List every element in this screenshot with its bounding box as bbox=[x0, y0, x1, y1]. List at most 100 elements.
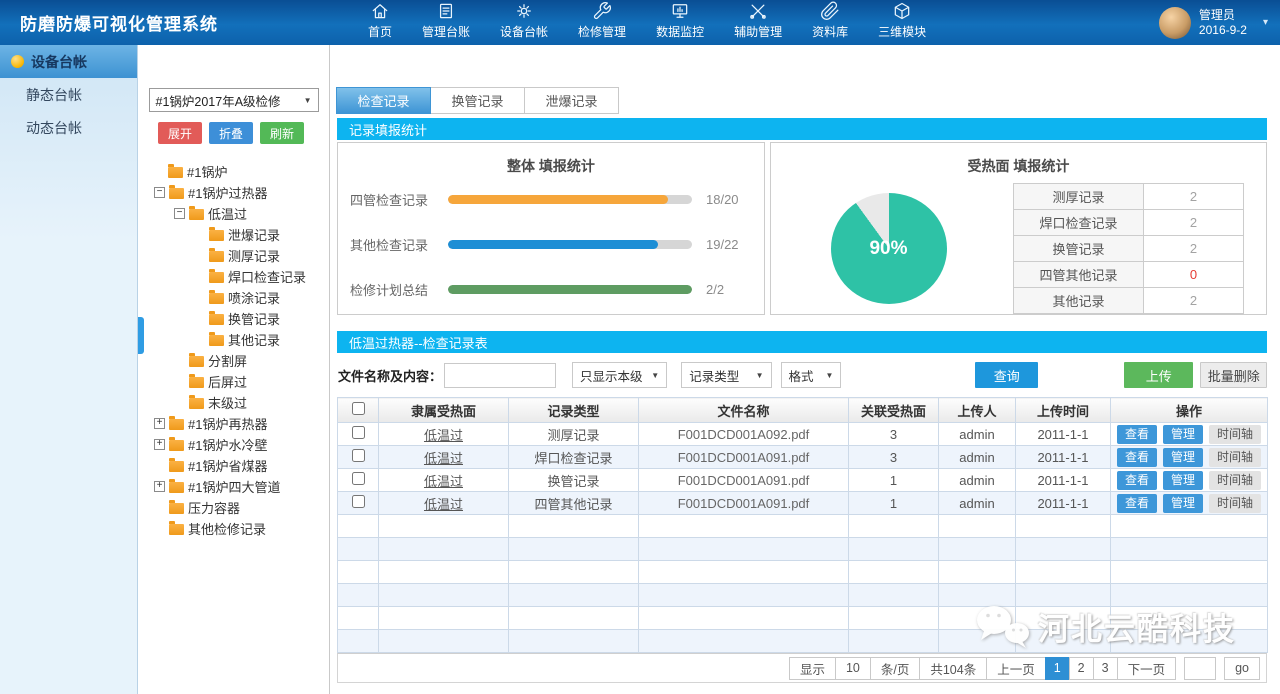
chevron-down-icon: ▼ bbox=[756, 371, 764, 380]
row-checkbox[interactable] bbox=[352, 472, 365, 485]
tree-node[interactable]: 末级过 bbox=[138, 392, 329, 413]
tree-node[interactable]: 其他检修记录 bbox=[138, 518, 329, 539]
scope-select[interactable]: 只显示本级 ▼ bbox=[572, 362, 667, 388]
nav-item[interactable]: 检修管理 bbox=[578, 1, 626, 44]
file-search-input[interactable] bbox=[444, 363, 556, 388]
batch-delete-button[interactable]: 批量删除 bbox=[1200, 362, 1267, 388]
timeline-button[interactable]: 时间轴 bbox=[1209, 425, 1261, 444]
tree-node[interactable]: #1锅炉 bbox=[138, 161, 329, 182]
bar-track bbox=[448, 195, 692, 204]
manage-button[interactable]: 管理 bbox=[1163, 494, 1203, 513]
upload-time-cell: 2011-1-1 bbox=[1016, 446, 1111, 469]
page-button[interactable]: 2 bbox=[1069, 657, 1094, 680]
manage-button[interactable]: 管理 bbox=[1163, 448, 1203, 467]
nav-item[interactable]: 数据监控 bbox=[656, 1, 704, 44]
bar-label: 检修计划总结 bbox=[350, 280, 448, 299]
tree-node[interactable]: + #1锅炉水冷壁 bbox=[138, 434, 329, 455]
tree-node[interactable]: − 低温过 bbox=[138, 203, 329, 224]
go-button[interactable]: go bbox=[1224, 657, 1260, 680]
manage-button[interactable]: 管理 bbox=[1163, 471, 1203, 490]
tree-node-label: #1锅炉水冷壁 bbox=[188, 435, 267, 454]
nav-item[interactable]: 设备台帐 bbox=[500, 1, 548, 44]
empty-cell bbox=[1016, 630, 1111, 653]
collapse-toggle-icon[interactable]: − bbox=[174, 208, 185, 219]
tree-node[interactable]: #1锅炉省煤器 bbox=[138, 455, 329, 476]
row-checkbox[interactable] bbox=[352, 426, 365, 439]
tree-node[interactable]: 焊口检查记录 bbox=[138, 266, 329, 287]
empty-cell bbox=[509, 630, 639, 653]
tree-node[interactable]: +#1锅炉四大管道 bbox=[138, 476, 329, 497]
total-count: 共104条 bbox=[919, 657, 987, 680]
collapse-toggle-icon[interactable]: − bbox=[154, 187, 165, 198]
app-title: 防磨防爆可视化管理系统 bbox=[20, 10, 218, 35]
tree-node[interactable]: 其他记录 bbox=[138, 329, 329, 350]
select-all-checkbox[interactable] bbox=[352, 402, 365, 415]
table-row: 低温过焊口检查记录F001DCD001A091.pdf3admin2011-1-… bbox=[338, 446, 1268, 469]
chevron-down-icon[interactable]: ▾ bbox=[1263, 17, 1268, 28]
next-page-button[interactable]: 下一页 bbox=[1117, 657, 1177, 680]
sidebar-item[interactable]: 动态台帐 bbox=[0, 111, 137, 144]
sidebar-item[interactable]: 静态台帐 bbox=[0, 78, 137, 111]
nav-item[interactable]: 资料库 bbox=[812, 1, 848, 44]
tree-node-label: #1锅炉 bbox=[187, 162, 227, 181]
sidebar-item[interactable]: 设备台帐 bbox=[0, 45, 137, 78]
nav-item[interactable]: 辅助管理 bbox=[734, 1, 782, 44]
user-menu[interactable]: 管理员 2016-9-2 ▾ bbox=[1159, 7, 1268, 39]
nav-item[interactable]: 三维模块 bbox=[878, 1, 926, 44]
format-select[interactable]: 格式 ▼ bbox=[781, 362, 842, 388]
surface-cell[interactable]: 低温过 bbox=[379, 492, 509, 515]
tree-node[interactable]: 换管记录 bbox=[138, 308, 329, 329]
panel-collapse-handle[interactable] bbox=[138, 317, 144, 354]
page-button[interactable]: 3 bbox=[1093, 657, 1118, 680]
per-page-label: 条/页 bbox=[870, 657, 920, 680]
tree-node-label: 低温过 bbox=[208, 204, 247, 223]
tree-node[interactable]: +#1锅炉再热器 bbox=[138, 413, 329, 434]
tree-action-button[interactable]: 折叠 bbox=[209, 122, 253, 144]
surface-cell[interactable]: 低温过 bbox=[379, 423, 509, 446]
tree-action-button[interactable]: 展开 bbox=[158, 122, 202, 144]
tree-node[interactable]: 喷涂记录 bbox=[138, 287, 329, 308]
timeline-button[interactable]: 时间轴 bbox=[1209, 448, 1261, 467]
tree-action-button[interactable]: 刷新 bbox=[260, 122, 304, 144]
stat-bar-row: 其他检查记录 19/22 bbox=[338, 234, 764, 254]
tree-node[interactable]: 分割屏 bbox=[138, 350, 329, 371]
stat-value: 0 bbox=[1144, 262, 1244, 288]
surface-cell[interactable]: 低温过 bbox=[379, 446, 509, 469]
view-button[interactable]: 查看 bbox=[1117, 448, 1157, 467]
yellow-dot-icon bbox=[11, 55, 24, 68]
records-tab[interactable]: 检查记录 bbox=[336, 87, 431, 114]
view-button[interactable]: 查看 bbox=[1117, 494, 1157, 513]
timeline-button[interactable]: 时间轴 bbox=[1209, 494, 1261, 513]
tree-node[interactable]: 泄爆记录 bbox=[138, 224, 329, 245]
tree-node[interactable]: 压力容器 bbox=[138, 497, 329, 518]
page-button[interactable]: 1 bbox=[1045, 657, 1070, 680]
tree-node[interactable]: 后屏过 bbox=[138, 371, 329, 392]
tree-node[interactable]: 测厚记录 bbox=[138, 245, 329, 266]
nav-item[interactable]: 首页 bbox=[368, 1, 392, 44]
empty-cell bbox=[1016, 538, 1111, 561]
records-tab[interactable]: 换管记录 bbox=[430, 87, 525, 114]
page-jump-input[interactable] bbox=[1184, 657, 1216, 680]
table-header-row: 隶属受热面 记录类型 文件名称 关联受热面 上传人 上传时间 操作 bbox=[338, 398, 1268, 423]
nav-item[interactable]: 管理台账 bbox=[422, 1, 470, 44]
row-checkbox[interactable] bbox=[352, 495, 365, 508]
row-checkbox[interactable] bbox=[352, 449, 365, 462]
record-type-select[interactable]: 记录类型 ▼ bbox=[681, 362, 771, 388]
prev-page-button[interactable]: 上一页 bbox=[986, 657, 1046, 680]
expand-toggle-icon[interactable]: + bbox=[154, 418, 165, 429]
expand-toggle-icon[interactable]: + bbox=[154, 439, 165, 450]
records-tab[interactable]: 泄爆记录 bbox=[524, 87, 619, 114]
empty-cell bbox=[849, 630, 939, 653]
surface-cell[interactable]: 低温过 bbox=[379, 469, 509, 492]
expand-toggle-icon[interactable]: + bbox=[154, 481, 165, 492]
view-button[interactable]: 查看 bbox=[1117, 425, 1157, 444]
folder-icon bbox=[189, 398, 204, 409]
tree-node[interactable]: −#1锅炉过热器 bbox=[138, 182, 329, 203]
plan-select[interactable]: #1锅炉2017年A级检修 ▼ bbox=[149, 88, 319, 112]
view-button[interactable]: 查看 bbox=[1117, 471, 1157, 490]
manage-button[interactable]: 管理 bbox=[1163, 425, 1203, 444]
query-button[interactable]: 查询 bbox=[975, 362, 1038, 388]
timeline-button[interactable]: 时间轴 bbox=[1209, 471, 1261, 490]
upload-button[interactable]: 上传 bbox=[1124, 362, 1193, 388]
actions-cell: 查看管理时间轴 bbox=[1111, 446, 1268, 469]
